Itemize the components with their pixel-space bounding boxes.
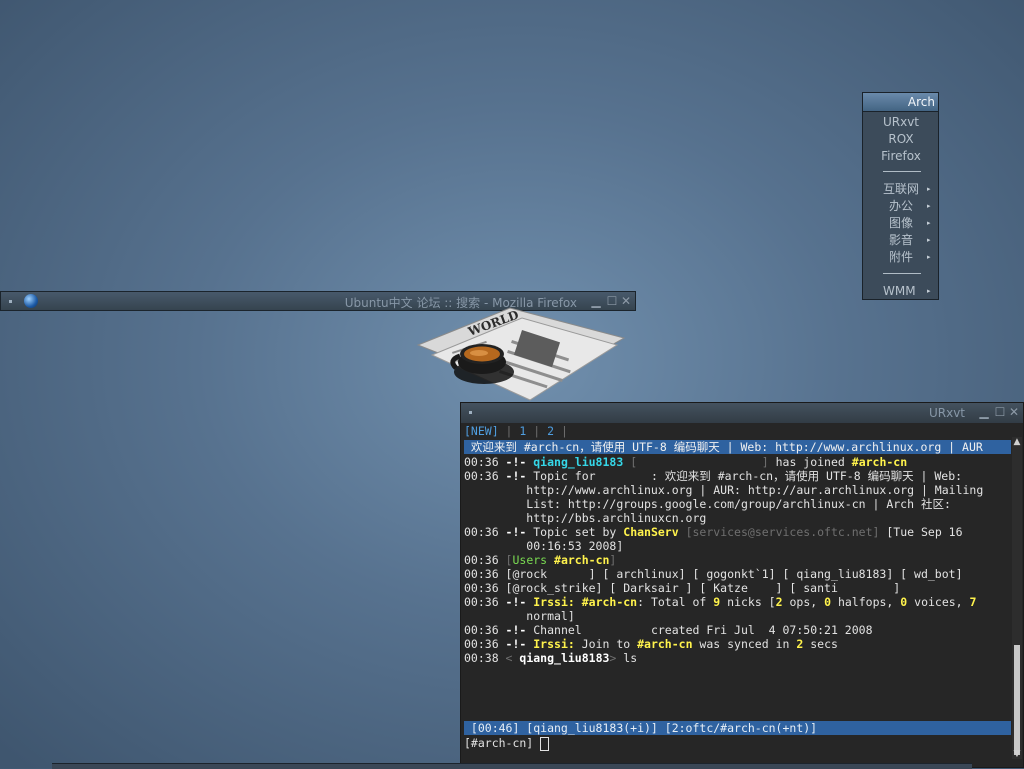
- submenu-arrow-icon: ▸: [927, 202, 931, 210]
- chat-line: 00:36 -!- Irssi: #arch-cn: Total of 9 ni…: [464, 595, 977, 609]
- chat-line: http://bbs.archlinuxcn.org: [464, 511, 707, 525]
- scrollbar-thumb[interactable]: [1014, 645, 1020, 755]
- menu-separator: [883, 171, 921, 172]
- globe-icon: [24, 294, 38, 308]
- maximize-icon[interactable]: ☐: [993, 405, 1007, 419]
- text-cursor: [540, 737, 550, 751]
- window-menu-icon[interactable]: [469, 411, 472, 414]
- urxvt-window[interactable]: URxvt ▁ ☐ ✕ [NEW] | 1 | 2 | 欢迎来到 #arch-c…: [460, 402, 1024, 768]
- irssi-topic-bar: 欢迎来到 #arch-cn，请使用 UTF-8 编码聊天 | Web: http…: [464, 440, 1011, 454]
- submenu-arrow-icon: ▸: [927, 287, 931, 295]
- scroll-down-icon[interactable]: ▼: [1012, 749, 1022, 759]
- urxvt-window-title: URxvt: [928, 406, 965, 420]
- chat-line: 00:16:53 2008]: [464, 539, 624, 553]
- scroll-up-icon[interactable]: ▲: [1012, 437, 1022, 447]
- submenu-arrow-icon: ▸: [927, 236, 931, 244]
- root-menu-title: Arch: [863, 93, 938, 112]
- chat-line: 00:38 < qiang_liu8183> ls: [464, 651, 638, 665]
- chat-line: 00:36 -!- qiang_liu8183 [ ] has joined #…: [464, 455, 908, 469]
- irssi-input-line[interactable]: [#arch-cn]: [464, 736, 550, 751]
- menu-separator: [883, 273, 921, 274]
- menu-item-rox[interactable]: ROX: [863, 132, 939, 147]
- root-menu: Arch URxvt ROX Firefox 互联网 ▸ 办公 ▸ 图像 ▸ 影音 ▸ …: [862, 92, 939, 300]
- chat-line: 00:36 -!- Topic for : 欢迎来到 #arch-cn，请使用 …: [464, 469, 963, 483]
- close-icon[interactable]: ✕: [1007, 405, 1021, 419]
- irssi-window-list: [NEW] | 1 | 2 |: [464, 424, 568, 438]
- taskbar[interactable]: [52, 763, 972, 769]
- terminal-output[interactable]: [NEW] | 1 | 2 | 欢迎来到 #arch-cn，请使用 UTF-8 …: [464, 423, 1011, 769]
- chat-line: normal]: [464, 609, 575, 623]
- chat-line: List: http://groups.google.com/group/arc…: [464, 497, 951, 511]
- submenu-arrow-icon: ▸: [927, 253, 931, 261]
- chat-line: 00:36 [Users #arch-cn]: [464, 553, 617, 567]
- terminal-scrollbar[interactable]: ▲ ▼: [1012, 437, 1022, 759]
- window-menu-icon[interactable]: [9, 300, 12, 303]
- minimize-icon[interactable]: ▁: [977, 405, 991, 419]
- urxvt-titlebar[interactable]: URxvt ▁ ☐ ✕: [461, 403, 1023, 423]
- chat-line: http://www.archlinux.org | AUR: http://a…: [464, 483, 984, 497]
- submenu-arrow-icon: ▸: [927, 219, 931, 227]
- coffee-newspaper-wallpaper: WORLD: [416, 307, 626, 401]
- menu-item-firefox[interactable]: Firefox: [863, 149, 939, 164]
- chat-line: 00:36 -!- Irssi: Join to #arch-cn was sy…: [464, 637, 838, 651]
- irssi-status-bar: [00:46] [qiang_liu8183(+i)] [2:oftc/#arc…: [464, 721, 1011, 735]
- submenu-arrow-icon: ▸: [927, 185, 931, 193]
- user-list-line: 00:36 [@rock_strike] [ Darksair ] [ Katz…: [464, 581, 901, 595]
- menu-item-urxvt[interactable]: URxvt: [863, 115, 939, 130]
- chat-line: 00:36 -!- Topic set by ChanServ [service…: [464, 525, 963, 539]
- user-list-line: 00:36 [@rock ] [ archlinux] [ gogonkt`1]…: [464, 567, 963, 581]
- input-prompt: [#arch-cn]: [464, 736, 541, 750]
- chat-line: 00:36 -!- Channel created Fri Jul 4 07:5…: [464, 623, 873, 637]
